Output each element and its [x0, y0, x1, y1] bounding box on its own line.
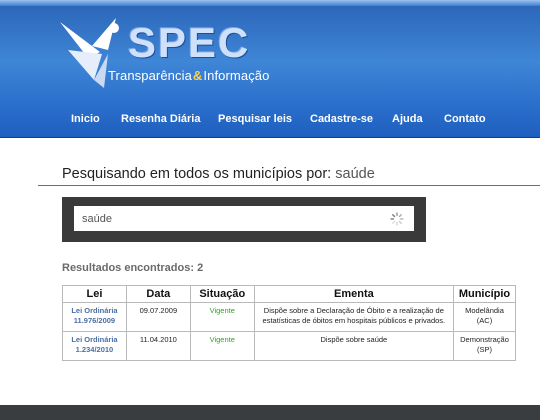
column-header-situacao: Situação: [189, 285, 255, 303]
heading-divider: [38, 185, 540, 186]
law-link[interactable]: Lei Ordinária 1.234/2010: [71, 335, 117, 354]
cell-lei: Lei Ordinária 11.976/2009: [62, 302, 127, 332]
cell-data: 09.07.2009: [125, 302, 191, 332]
table-header-row: Lei Data Situação Ementa Município: [62, 285, 516, 303]
column-header-ementa: Ementa: [253, 285, 455, 303]
search-box: [62, 197, 426, 242]
tagline-ampersand: &: [192, 68, 203, 83]
law-number: 1.234/2010: [75, 345, 114, 354]
municipio-state: (SP): [477, 345, 492, 354]
nav-item-cadastre-se[interactable]: Cadastre-se: [310, 113, 373, 125]
nav-item-contato[interactable]: Contato: [444, 113, 486, 125]
cell-ementa: Dispõe sobre a Declaração de Óbito e a r…: [253, 302, 455, 332]
cell-municipio: Modelândia (AC): [453, 302, 516, 332]
logo-tagline: Transparência&Informação: [108, 68, 269, 83]
search-heading-text: Pesquisando em todos os municípios por:: [62, 166, 332, 182]
main-nav: Inicio Resenha Diária Pesquisar leis Cad…: [0, 113, 540, 131]
search-input[interactable]: [74, 206, 414, 231]
nav-item-ajuda[interactable]: Ajuda: [392, 113, 423, 125]
municipio-name: Demonstração: [460, 335, 509, 344]
logo-wordmark: SPEC: [128, 19, 251, 66]
page-title: Pesquisando em todos os municípios por: …: [62, 166, 375, 182]
nav-item-inicio[interactable]: Inicio: [71, 113, 100, 125]
column-header-municipio: Município: [453, 285, 516, 303]
tagline-informacao: Informação: [203, 68, 270, 83]
law-type: Lei Ordinária: [71, 306, 118, 315]
tagline-transparencia: Transparência: [108, 68, 192, 83]
cell-municipio: Demonstração (SP): [453, 331, 516, 361]
law-link[interactable]: Lei Ordinária 11.976/2009: [71, 306, 117, 325]
site-footer: [0, 405, 540, 420]
column-header-lei: Lei: [62, 285, 127, 303]
results-count: Resultados encontrados: 2: [62, 262, 204, 274]
cell-situacao: Vigente: [189, 331, 255, 361]
site-logo[interactable]: SPEC Transparência&Informação: [58, 14, 288, 94]
cell-data: 11.04.2010: [125, 331, 191, 361]
column-header-data: Data: [125, 285, 191, 303]
nav-item-resenha-diaria[interactable]: Resenha Diária: [121, 113, 200, 125]
loading-spinner-icon: [390, 212, 404, 226]
cell-ementa: Dispõe sobre saúde: [253, 331, 455, 361]
cell-situacao: Vigente: [189, 302, 255, 332]
law-number: 11.976/2009: [73, 316, 116, 325]
site-header: SPEC Transparência&Informação Inicio Res…: [0, 0, 540, 138]
municipio-name: Modelândia: [465, 306, 504, 315]
table-row: Lei Ordinária 11.976/2009 09.07.2009 Vige…: [62, 302, 516, 332]
table-row: Lei Ordinária 1.234/2010 11.04.2010 Vigen…: [62, 331, 516, 361]
law-type: Lei Ordinária: [71, 335, 118, 344]
results-table: Lei Data Situação Ementa Município Lei O…: [62, 285, 516, 361]
header-shine: [0, 0, 540, 6]
search-term: saúde: [335, 166, 375, 182]
cell-lei: Lei Ordinária 1.234/2010: [62, 331, 127, 361]
municipio-state: (AC): [476, 316, 493, 325]
nav-item-pesquisar-leis[interactable]: Pesquisar leis: [218, 113, 292, 125]
